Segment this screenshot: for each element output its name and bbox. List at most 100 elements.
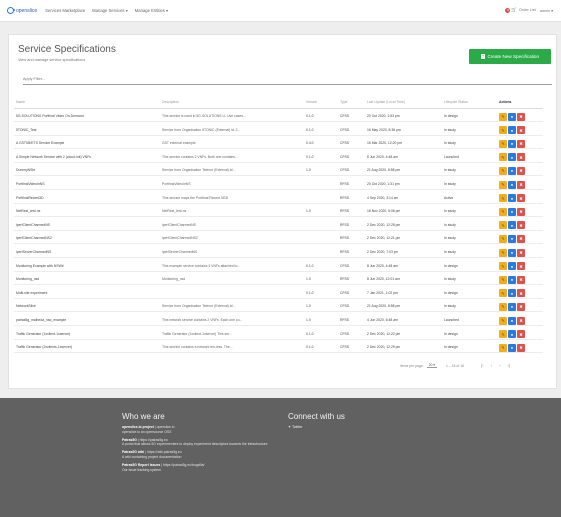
column-header-last-update[interactable]: Last Update (Local Time): [367, 100, 405, 104]
table-row[interactable]: Traffic Generator (2xclients-1xserver) Th…: [14, 342, 543, 354]
nav-services-marketplace[interactable]: Services Marketplace: [45, 8, 85, 13]
order-list-link[interactable]: Order List: [519, 8, 536, 12]
table-row[interactable]: iperfClientCharmedNS iperfClientCharmedNS…: [14, 220, 543, 231]
edit-icon[interactable]: ✎: [499, 221, 507, 230]
view-icon[interactable]: ●: [508, 248, 516, 257]
twitter-link[interactable]: ✦ Twitter: [288, 425, 408, 429]
view-icon[interactable]: ●: [508, 112, 516, 121]
delete-icon[interactable]: ✖: [517, 248, 525, 257]
edit-icon[interactable]: ✎: [499, 330, 507, 339]
delete-icon[interactable]: ✖: [517, 330, 525, 339]
edit-icon[interactable]: ✎: [499, 126, 507, 135]
user-menu[interactable]: admin ▾: [540, 8, 553, 13]
table-row[interactable]: NetRest_test-ns NetRest_test-ns 1.0 RFSS 16 …: [14, 206, 543, 218]
delete-icon[interactable]: ✖: [517, 126, 525, 135]
edit-icon[interactable]: ✎: [499, 207, 507, 216]
edit-icon[interactable]: ✎: [499, 180, 507, 189]
footer-item-link[interactable]: | openslice.io: [154, 425, 175, 429]
footer-item-title[interactable]: openslice.io project: [122, 425, 154, 429]
view-icon[interactable]: ●: [508, 207, 516, 216]
delete-icon[interactable]: ✖: [517, 275, 525, 284]
footer-item-link[interactable]: | https://wiki.patras5g.eu: [144, 450, 182, 454]
delete-icon[interactable]: ✖: [517, 234, 525, 243]
delete-icon[interactable]: ✖: [517, 289, 525, 298]
column-header-name[interactable]: Name: [16, 100, 25, 104]
view-icon[interactable]: ●: [508, 180, 516, 189]
edit-icon[interactable]: ✎: [499, 234, 507, 243]
view-icon[interactable]: ●: [508, 316, 516, 325]
view-icon[interactable]: ●: [508, 194, 516, 203]
edit-icon[interactable]: ✎: [499, 316, 507, 325]
delete-icon[interactable]: ✖: [517, 166, 525, 175]
edit-icon[interactable]: ✎: [499, 275, 507, 284]
delete-icon[interactable]: ✖: [517, 207, 525, 216]
view-icon[interactable]: ●: [508, 153, 516, 162]
table-row[interactable]: Monitoring_nsd Monitoring_nsd 1.0 RFSS 8 Jun…: [14, 274, 543, 286]
edit-icon[interactable]: ✎: [499, 194, 507, 203]
view-icon[interactable]: ●: [508, 330, 516, 339]
view-icon[interactable]: ●: [508, 126, 516, 135]
previous-page-icon[interactable]: ‹: [491, 363, 493, 368]
edit-icon[interactable]: ✎: [499, 248, 507, 257]
footer-item-link[interactable]: | https://patras5g.eu/bugzilla/: [160, 463, 204, 467]
nav-manage-entities[interactable]: Manage Entities ▾: [135, 8, 168, 13]
edit-icon[interactable]: ✎: [499, 139, 507, 148]
delete-icon[interactable]: ✖: [517, 316, 525, 325]
column-header-lifecycle-status[interactable]: Lifecycle Status: [444, 100, 468, 104]
column-header-description[interactable]: Description: [162, 100, 179, 104]
delete-icon[interactable]: ✖: [517, 139, 525, 148]
create-new-specification-button[interactable]: + Create New Specification: [469, 49, 551, 64]
table-row[interactable]: A GSTN5/ETS Service Example GST external …: [14, 138, 543, 150]
table-row[interactable]: Traffic Generator (1xclient-1xserver) Tra…: [14, 329, 543, 340]
table-row[interactable]: iperfServerCharmedNS iperfServerCharmedNS…: [14, 247, 543, 258]
view-icon[interactable]: ●: [508, 234, 516, 243]
edit-icon[interactable]: ✎: [499, 343, 507, 352]
table-row[interactable]: PortfinalRecent3D This service maps the P…: [14, 193, 543, 204]
footer-item-title[interactable]: Patras5G Report Issues: [122, 463, 160, 467]
filter-input[interactable]: [23, 73, 552, 85]
first-page-icon[interactable]: |‹: [481, 363, 484, 368]
items-per-page-select[interactable]: 20 ▾: [426, 363, 437, 368]
edit-icon[interactable]: ✎: [499, 112, 507, 121]
edit-icon[interactable]: ✎: [499, 289, 507, 298]
last-page-icon[interactable]: ›|: [508, 363, 511, 368]
shopping-cart-icon[interactable]: 🛒: [511, 7, 517, 13]
brand-logo[interactable]: openslice: [7, 7, 37, 14]
footer-item-title[interactable]: Patras5G wiki: [122, 450, 144, 454]
column-header-version[interactable]: Version: [306, 100, 317, 104]
view-icon[interactable]: ●: [508, 289, 516, 298]
footer-item-title[interactable]: Patras5G: [122, 438, 137, 442]
table-row[interactable]: Monitoring Example with NSW# This example…: [14, 261, 543, 272]
delete-icon[interactable]: ✖: [517, 194, 525, 203]
column-header-type[interactable]: Type: [340, 100, 347, 104]
table-row[interactable]: DummyNSte Service from Organisation Telen…: [14, 165, 543, 177]
view-icon[interactable]: ●: [508, 275, 516, 284]
delete-icon[interactable]: ✖: [517, 262, 525, 271]
delete-icon[interactable]: ✖: [517, 153, 525, 162]
edit-icon[interactable]: ✎: [499, 166, 507, 175]
table-row[interactable]: iperfClientCharmedNS2 iperfClientCharmedN…: [14, 233, 543, 245]
view-icon[interactable]: ●: [508, 221, 516, 230]
table-row[interactable]: 5TONIC_Test Service from Organisation 5TO…: [14, 125, 543, 136]
table-row[interactable]: PortfinalVideoInNS PortfinalVideoInNS RFSS…: [14, 179, 543, 190]
next-page-icon[interactable]: ›: [499, 363, 501, 368]
nav-manage-services[interactable]: Manage Services ▾: [92, 8, 128, 13]
edit-icon[interactable]: ✎: [499, 262, 507, 271]
delete-icon[interactable]: ✖: [517, 343, 525, 352]
view-icon[interactable]: ●: [508, 302, 516, 311]
view-icon[interactable]: ●: [508, 139, 516, 148]
footer-item-link[interactable]: | https://patras5g.eu: [137, 438, 168, 442]
view-icon[interactable]: ●: [508, 166, 516, 175]
table-row[interactable]: NetworkSlice Service from Organisation Te…: [14, 301, 543, 313]
edit-icon[interactable]: ✎: [499, 302, 507, 311]
view-icon[interactable]: ●: [508, 343, 516, 352]
view-icon[interactable]: ●: [508, 262, 516, 271]
edit-icon[interactable]: ✎: [499, 153, 507, 162]
table-row[interactable]: 5G-SOLUTIONS Portfinal Video On-Demand Th…: [14, 111, 543, 122]
delete-icon[interactable]: ✖: [517, 112, 525, 121]
table-row[interactable]: Multi-site experiment 0.1.0 CFSS 7 Jan 2021…: [14, 288, 543, 299]
table-row[interactable]: patras5g_malheda_nsd_example This network…: [14, 315, 543, 326]
delete-icon[interactable]: ✖: [517, 302, 525, 311]
delete-icon[interactable]: ✖: [517, 221, 525, 230]
delete-icon[interactable]: ✖: [517, 180, 525, 189]
